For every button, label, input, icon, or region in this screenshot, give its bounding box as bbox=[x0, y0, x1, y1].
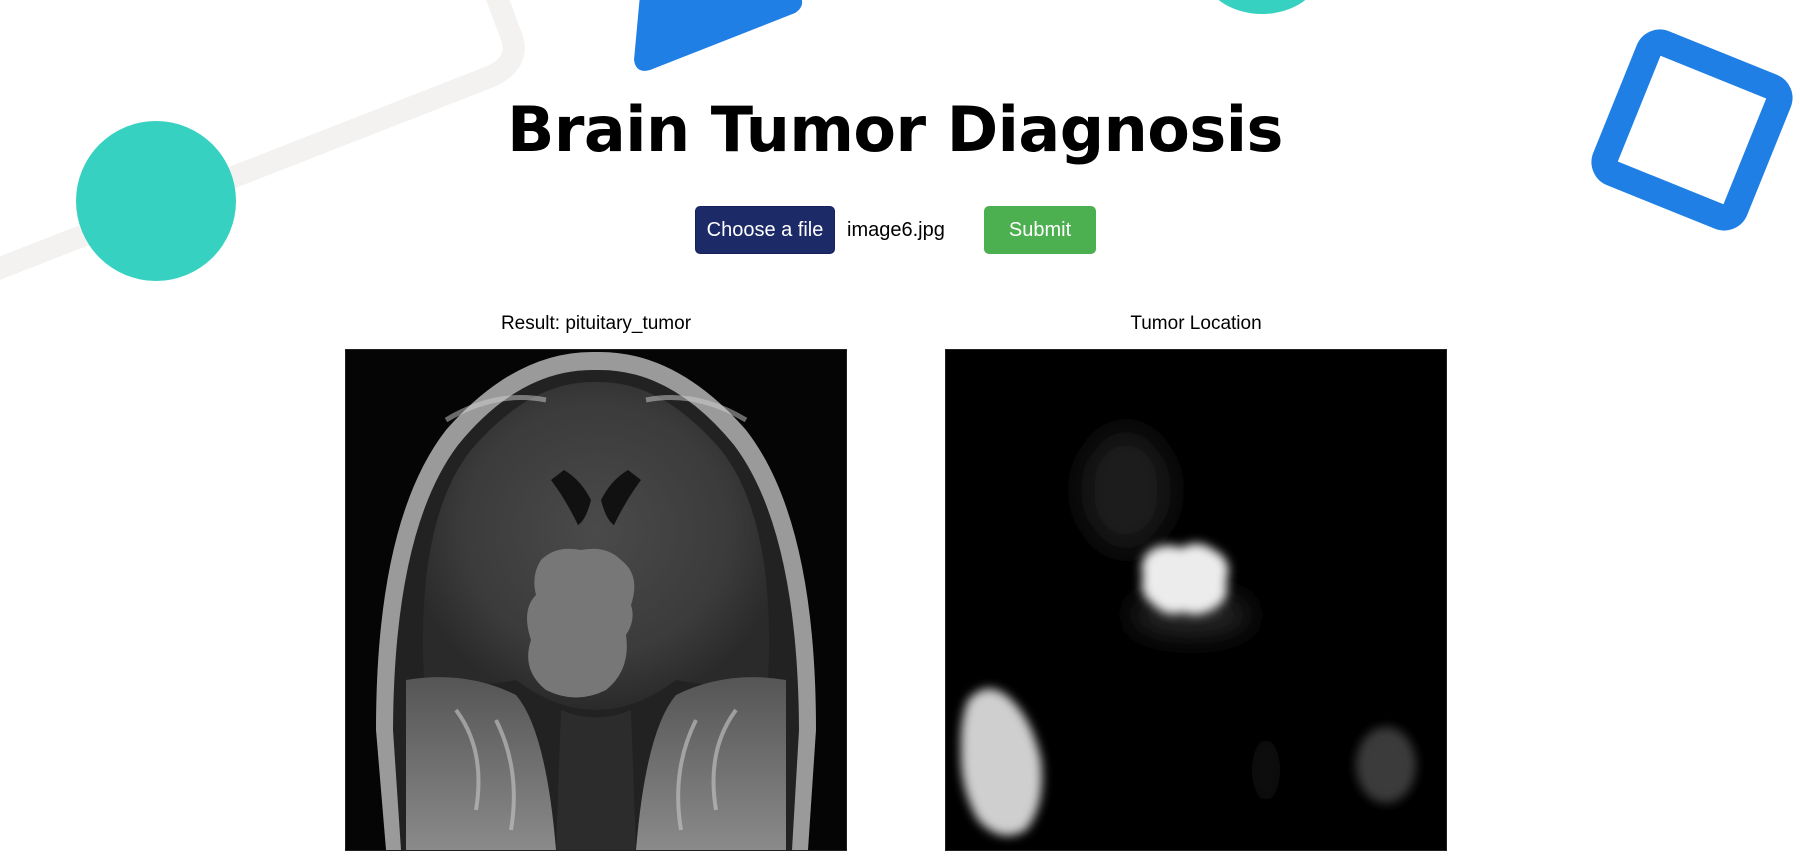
selected-file-name: image6.jpg bbox=[847, 219, 945, 241]
tumor-mask-blob bbox=[1141, 543, 1229, 615]
page-title: Brain Tumor Diagnosis bbox=[507, 93, 1283, 166]
page-content: Brain Tumor Diagnosis Choose a file imag… bbox=[0, 0, 1800, 863]
mri-scan-graphic bbox=[346, 350, 846, 850]
mri-scan-image bbox=[345, 349, 847, 851]
choose-file-button[interactable]: Choose a file bbox=[695, 206, 835, 254]
submit-button[interactable]: Submit bbox=[984, 206, 1096, 254]
result-caption: Result: pituitary_tumor bbox=[500, 313, 692, 334]
mri-tumor-region bbox=[527, 548, 635, 698]
tumor-mask-graphic bbox=[946, 350, 1446, 850]
tumor-location-caption: Tumor Location bbox=[1130, 313, 1262, 334]
result-panel: Result: pituitary_tumor bbox=[345, 312, 847, 851]
tumor-location-image bbox=[945, 349, 1447, 851]
upload-form: Choose a file image6.jpg Submit bbox=[0, 206, 1800, 256]
tumor-location-panel: Tumor Location bbox=[945, 312, 1447, 851]
